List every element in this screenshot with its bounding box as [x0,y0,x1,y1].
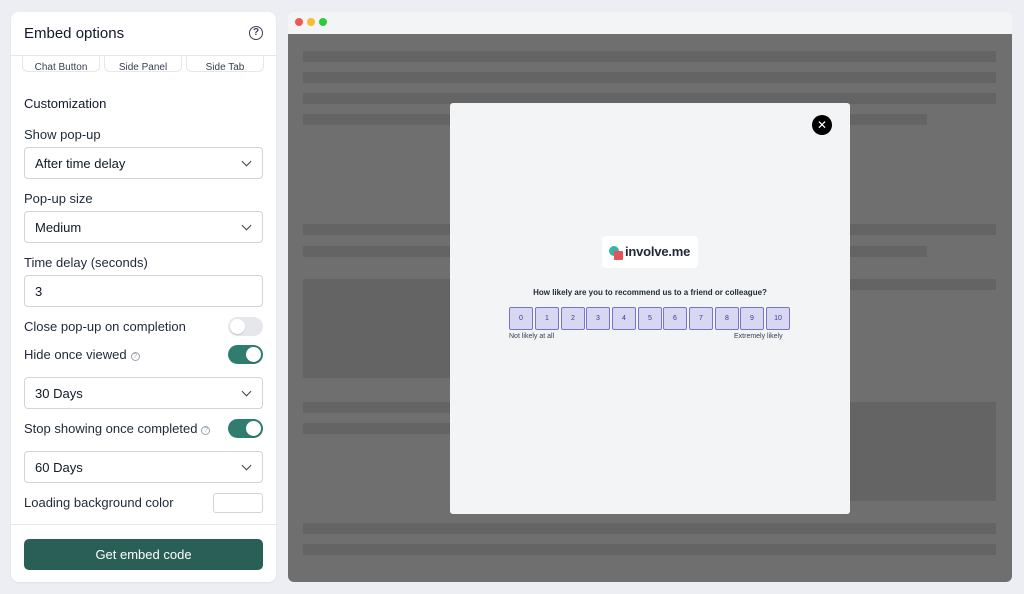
window-titlebar [288,12,1012,34]
hide-once-viewed-toggle[interactable] [228,345,263,364]
survey-question: How likely are you to recommend us to a … [533,288,767,297]
embed-options-panel: Chat Button Side Panel Side Tab Embed op… [11,12,276,582]
show-popup-value: After time delay [35,156,126,171]
get-embed-code-button[interactable]: Get embed code [24,539,263,570]
time-delay-label: Time delay (seconds) [24,255,148,270]
hide-once-viewed-label: Hide once viewed [24,347,127,362]
stop-duration-value: 60 Days [35,460,83,475]
info-icon[interactable]: ? [130,352,140,361]
logo: involve.me [602,236,698,268]
stop-once-completed-row: Stop showing once completed? [24,421,211,436]
minimize-window-dot [307,18,315,26]
info-icon[interactable]: ? [201,426,211,435]
hide-duration-value: 30 Days [35,386,83,401]
preview-viewport: ✕ involve.me How likely are you to recom… [288,34,1012,582]
stop-duration-select[interactable]: 60 Days [24,451,263,483]
score-option[interactable]: 2 [561,307,585,330]
panel-header: Embed options ? [11,12,276,56]
preview-window: ✕ involve.me How likely are you to recom… [288,12,1012,582]
popup-size-label: Pop-up size [24,191,93,206]
score-option[interactable]: 5 [638,307,662,330]
tab-chat-button[interactable]: Chat Button [22,56,100,73]
maximize-window-dot [319,18,327,26]
customization-heading: Customization [24,96,107,111]
toggle-knob [246,347,261,362]
score-option[interactable]: 10 [766,307,790,330]
logo-text: involve.me [625,244,691,259]
score-option[interactable]: 3 [586,307,610,330]
close-icon[interactable]: ✕ [812,115,832,135]
tab-side-tab[interactable]: Side Tab [186,56,264,73]
score-option[interactable]: 4 [612,307,636,330]
score-option[interactable]: 9 [740,307,764,330]
hide-duration-select[interactable]: 30 Days [24,377,263,409]
hide-once-viewed-row: Hide once viewed? [24,347,140,362]
panel-footer: Get embed code [11,524,276,582]
score-option[interactable]: 1 [535,307,559,330]
panel-title: Embed options [24,25,125,42]
close-on-completion-label: Close pop-up on completion [24,319,186,334]
logo-mark-icon [609,246,623,260]
popup-size-select[interactable]: Medium [24,211,263,243]
embed-type-tabs: Chat Button Side Panel Side Tab [11,56,276,80]
popup-size-value: Medium [35,220,82,235]
chevron-down-icon [241,386,252,397]
score-option[interactable]: 0 [509,307,533,330]
show-popup-select[interactable]: After time delay [24,147,263,179]
help-icon[interactable]: ? [249,26,263,40]
chevron-down-icon [241,156,252,167]
close-on-completion-toggle[interactable] [228,317,263,336]
score-option[interactable]: 8 [715,307,739,330]
stop-once-completed-toggle[interactable] [228,419,263,438]
popup-modal: ✕ involve.me How likely are you to recom… [450,103,850,514]
loading-bg-color-picker[interactable] [213,493,263,513]
scale-high-label: Extremely likely [734,333,783,340]
loading-bg-label: Loading background color [24,495,174,510]
chevron-down-icon [241,220,252,231]
show-popup-label: Show pop-up [24,127,101,142]
toggle-knob [246,421,261,436]
close-window-dot [295,18,303,26]
chevron-down-icon [241,460,252,471]
time-delay-input[interactable]: 3 [24,275,263,307]
scale-low-label: Not likely at all [509,333,555,340]
stop-once-completed-label: Stop showing once completed [24,421,198,436]
time-delay-value: 3 [35,284,43,299]
score-option[interactable]: 7 [689,307,713,330]
toggle-knob [230,319,245,334]
score-option[interactable]: 6 [663,307,687,330]
tab-side-panel[interactable]: Side Panel [104,56,182,73]
